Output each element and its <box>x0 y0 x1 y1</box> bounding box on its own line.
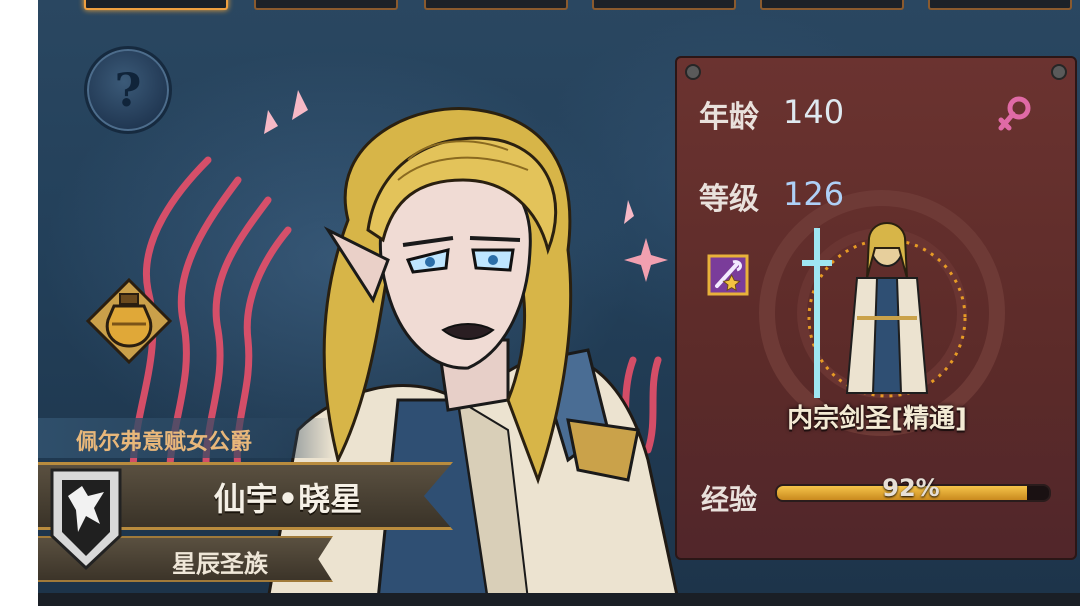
top-tab-6[interactable]: ★ <box>928 0 1072 10</box>
sword-skill-icon[interactable] <box>707 254 751 298</box>
level-label: 等级 <box>699 182 759 217</box>
character-race: 星辰圣族 <box>172 550 268 578</box>
age-label: 年龄 <box>699 100 759 135</box>
age-value: 140 <box>783 93 845 131</box>
character-name: 仙宇•晓星 <box>213 480 363 518</box>
character-title: 佩尔弗意赋女公爵 <box>76 430 253 455</box>
top-tab-2[interactable]: ★ <box>254 0 398 10</box>
panel-rivet <box>1051 64 1067 80</box>
panel-rivet <box>685 64 701 80</box>
bottom-bar <box>38 593 1080 606</box>
exp-label: 经验 <box>701 483 758 516</box>
top-tab-4[interactable] <box>592 0 736 10</box>
top-tab-1[interactable]: ★ <box>84 0 228 10</box>
female-icon <box>998 96 1031 131</box>
help-button[interactable]: ? <box>84 46 172 134</box>
character-info-panel: 年龄 140 等级 126 内宗剑圣[精通] 经验 92% <box>675 56 1077 560</box>
class-name: 内宗剑圣[精通] <box>787 404 967 434</box>
potion-icon[interactable] <box>84 276 174 366</box>
top-tab-3[interactable]: ★ <box>424 0 568 10</box>
question-mark-icon: ? <box>114 63 142 117</box>
top-tab-5[interactable] <box>760 0 904 10</box>
class-figure <box>802 222 967 398</box>
wolf-shield-icon[interactable] <box>48 466 124 572</box>
exp-percent: 92% <box>882 474 940 502</box>
game-scene: ★ ★ ★ ★ <box>38 0 1080 596</box>
